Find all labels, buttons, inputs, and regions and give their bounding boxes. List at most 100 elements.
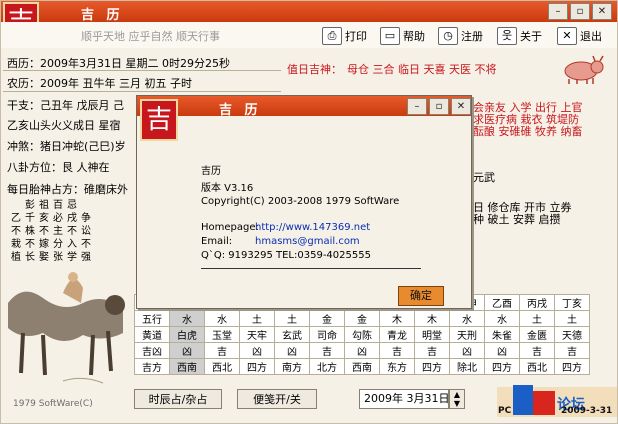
dialog-email-link[interactable]: hmasms@gmail.com (255, 236, 360, 247)
nayin: 乙亥山头火义成日 星宿 (7, 119, 121, 132)
table-cell: 土 (274, 310, 310, 327)
ox-icon (559, 55, 605, 85)
dialog-version: 版本 V3.16 (201, 183, 254, 194)
close-icon[interactable]: ✕ (592, 3, 612, 20)
table-cell: 水 (484, 310, 520, 327)
table-cell: 东方 (379, 358, 415, 375)
ox-painting-image (3, 263, 133, 413)
chongsha: 冲煞：猪日冲蛇(己巳)岁 (7, 140, 126, 153)
auspicious-label: 值日吉神： (287, 63, 342, 76)
pengzu-cell: 不 (81, 238, 91, 250)
about-button[interactable]: 웃 关于 (496, 25, 543, 47)
print-label: 打印 (345, 30, 367, 43)
table-cell: 水 (169, 310, 205, 327)
row-label: 吉凶 (134, 342, 170, 359)
table-cell: 吉 (554, 342, 590, 359)
book-icon: ▭ (380, 27, 400, 45)
table-cell: 司命 (309, 326, 345, 343)
exit-button[interactable]: ✕ 退出 (556, 25, 603, 47)
table-cell: 天德 (554, 326, 590, 343)
ji-row-2: 种 破土 安葬 启攒 (473, 213, 561, 226)
pengzu-cell: 必 (53, 212, 63, 224)
register-button[interactable]: ◷ 注册 (437, 25, 484, 47)
pengzu-cell: 株 (25, 225, 35, 237)
minimize-icon[interactable]: – (548, 3, 568, 20)
gregorian-date: 西历：2009年3月31日 星期二 0时29分25秒 (7, 57, 230, 70)
table-cell: 四方 (414, 358, 450, 375)
ok-button[interactable]: 确定 (398, 286, 444, 306)
table-cell: 南方 (274, 358, 310, 375)
person-icon: 웃 (497, 27, 517, 45)
pengzu-cell: 嫁 (39, 238, 49, 250)
row-label: 黄道 (134, 326, 170, 343)
table-cell: 金 (344, 310, 380, 327)
about-label: 关于 (520, 30, 542, 43)
site-date: 2009-3-31 (561, 406, 613, 416)
dialog-homepage-link[interactable]: http://www.147369.net (255, 222, 370, 233)
table-cell: 吉 (204, 342, 240, 359)
date-spin-icon[interactable]: ▲ ▼ (449, 389, 465, 409)
table-cell: 吉 (379, 342, 415, 359)
table-cell: 凶 (484, 342, 520, 359)
clock-icon: ◷ (438, 27, 458, 45)
pengzu-cell: 栽 (11, 238, 21, 250)
pengzu-cell: 戌 (67, 212, 77, 224)
hour-header[interactable]: 乙酉 (484, 294, 520, 311)
pengzu-header: 百 (53, 199, 63, 211)
table-cell: 天牢 (239, 326, 275, 343)
hour-header[interactable]: 丙戌 (519, 294, 555, 311)
table-cell: 勾陈 (344, 326, 380, 343)
exit-label: 退出 (580, 30, 602, 43)
table-cell: 木 (379, 310, 415, 327)
dialog-logo-icon: 吉 (140, 99, 178, 141)
bagua: 八卦方位：艮 人神在 (7, 161, 110, 174)
dialog-maximize-icon[interactable]: ▫ (429, 98, 449, 115)
table-cell: 水 (204, 310, 240, 327)
divider (3, 91, 281, 92)
maximize-icon[interactable]: ▫ (570, 3, 590, 20)
help-label: 帮助 (403, 30, 425, 43)
pengzu-grid: 彭 祖 百 忌 乙 千 亥 必 戌 争 不 株 不 主 不 讼 栽 不 嫁 分 … (9, 199, 93, 264)
table-cell: 土 (519, 310, 555, 327)
pengzu-cell: 千 (25, 212, 35, 224)
table-cell: 凶 (449, 342, 485, 359)
slogan: 顺乎天地 应乎自然 顺天行事 (81, 30, 220, 43)
dialog-title: 吉 历 (219, 103, 262, 118)
notepad-toggle-button[interactable]: 便笺开/关 (237, 389, 317, 409)
table-cell: 凶 (239, 342, 275, 359)
table-cell: 木 (414, 310, 450, 327)
date-picker-input[interactable]: 2009年 3月31日 (359, 389, 450, 409)
hour-header[interactable]: 丁亥 (554, 294, 590, 311)
table-cell: 明堂 (414, 326, 450, 343)
table-cell: 玉堂 (204, 326, 240, 343)
pengzu-cell: 不 (25, 238, 35, 250)
table-cell: 凶 (169, 342, 205, 359)
pengzu-cell: 讼 (81, 225, 91, 237)
table-cell: 吉 (519, 342, 555, 359)
dialog-close-icon[interactable]: ✕ (451, 98, 471, 115)
ganzhi: 干支：己丑年 戊辰月 己 (7, 99, 124, 112)
table-cell: 朱雀 (484, 326, 520, 343)
table-cell: 土 (239, 310, 275, 327)
dialog-copyright: Copyright(C) 2003-2008 1979 SoftWare (201, 196, 400, 207)
row-label: 五行 (134, 310, 170, 327)
dialog-minimize-icon[interactable]: – (407, 98, 427, 115)
help-button[interactable]: ▭ 帮助 (379, 25, 426, 47)
pengzu-cell: 不 (67, 225, 77, 237)
hours-divination-button[interactable]: 时辰占/杂占 (134, 389, 222, 409)
table-cell: 四方 (554, 358, 590, 375)
pengzu-header: 彭 (25, 199, 35, 211)
copyright-footer: 1979 SoftWare(C) (13, 399, 93, 409)
dialog-contact: Q`Q: 9193295 TEL:0359-4025555 (201, 250, 371, 261)
dialog-email-label: Email: (201, 236, 233, 247)
divider (3, 70, 281, 71)
table-cell: 四方 (484, 358, 520, 375)
about-dialog: 吉 吉 历 – ▫ ✕ 吉历 版本 V3.16 Copyright(C) 200… (136, 95, 472, 309)
site-label: PC (498, 406, 512, 416)
print-button[interactable]: ⎙ 打印 (321, 25, 368, 47)
table-cell: 白虎 (169, 326, 205, 343)
table-cell: 西北 (519, 358, 555, 375)
register-label: 注册 (461, 30, 483, 43)
table-cell: 凶 (274, 342, 310, 359)
pengzu-cell: 乙 (11, 212, 21, 224)
